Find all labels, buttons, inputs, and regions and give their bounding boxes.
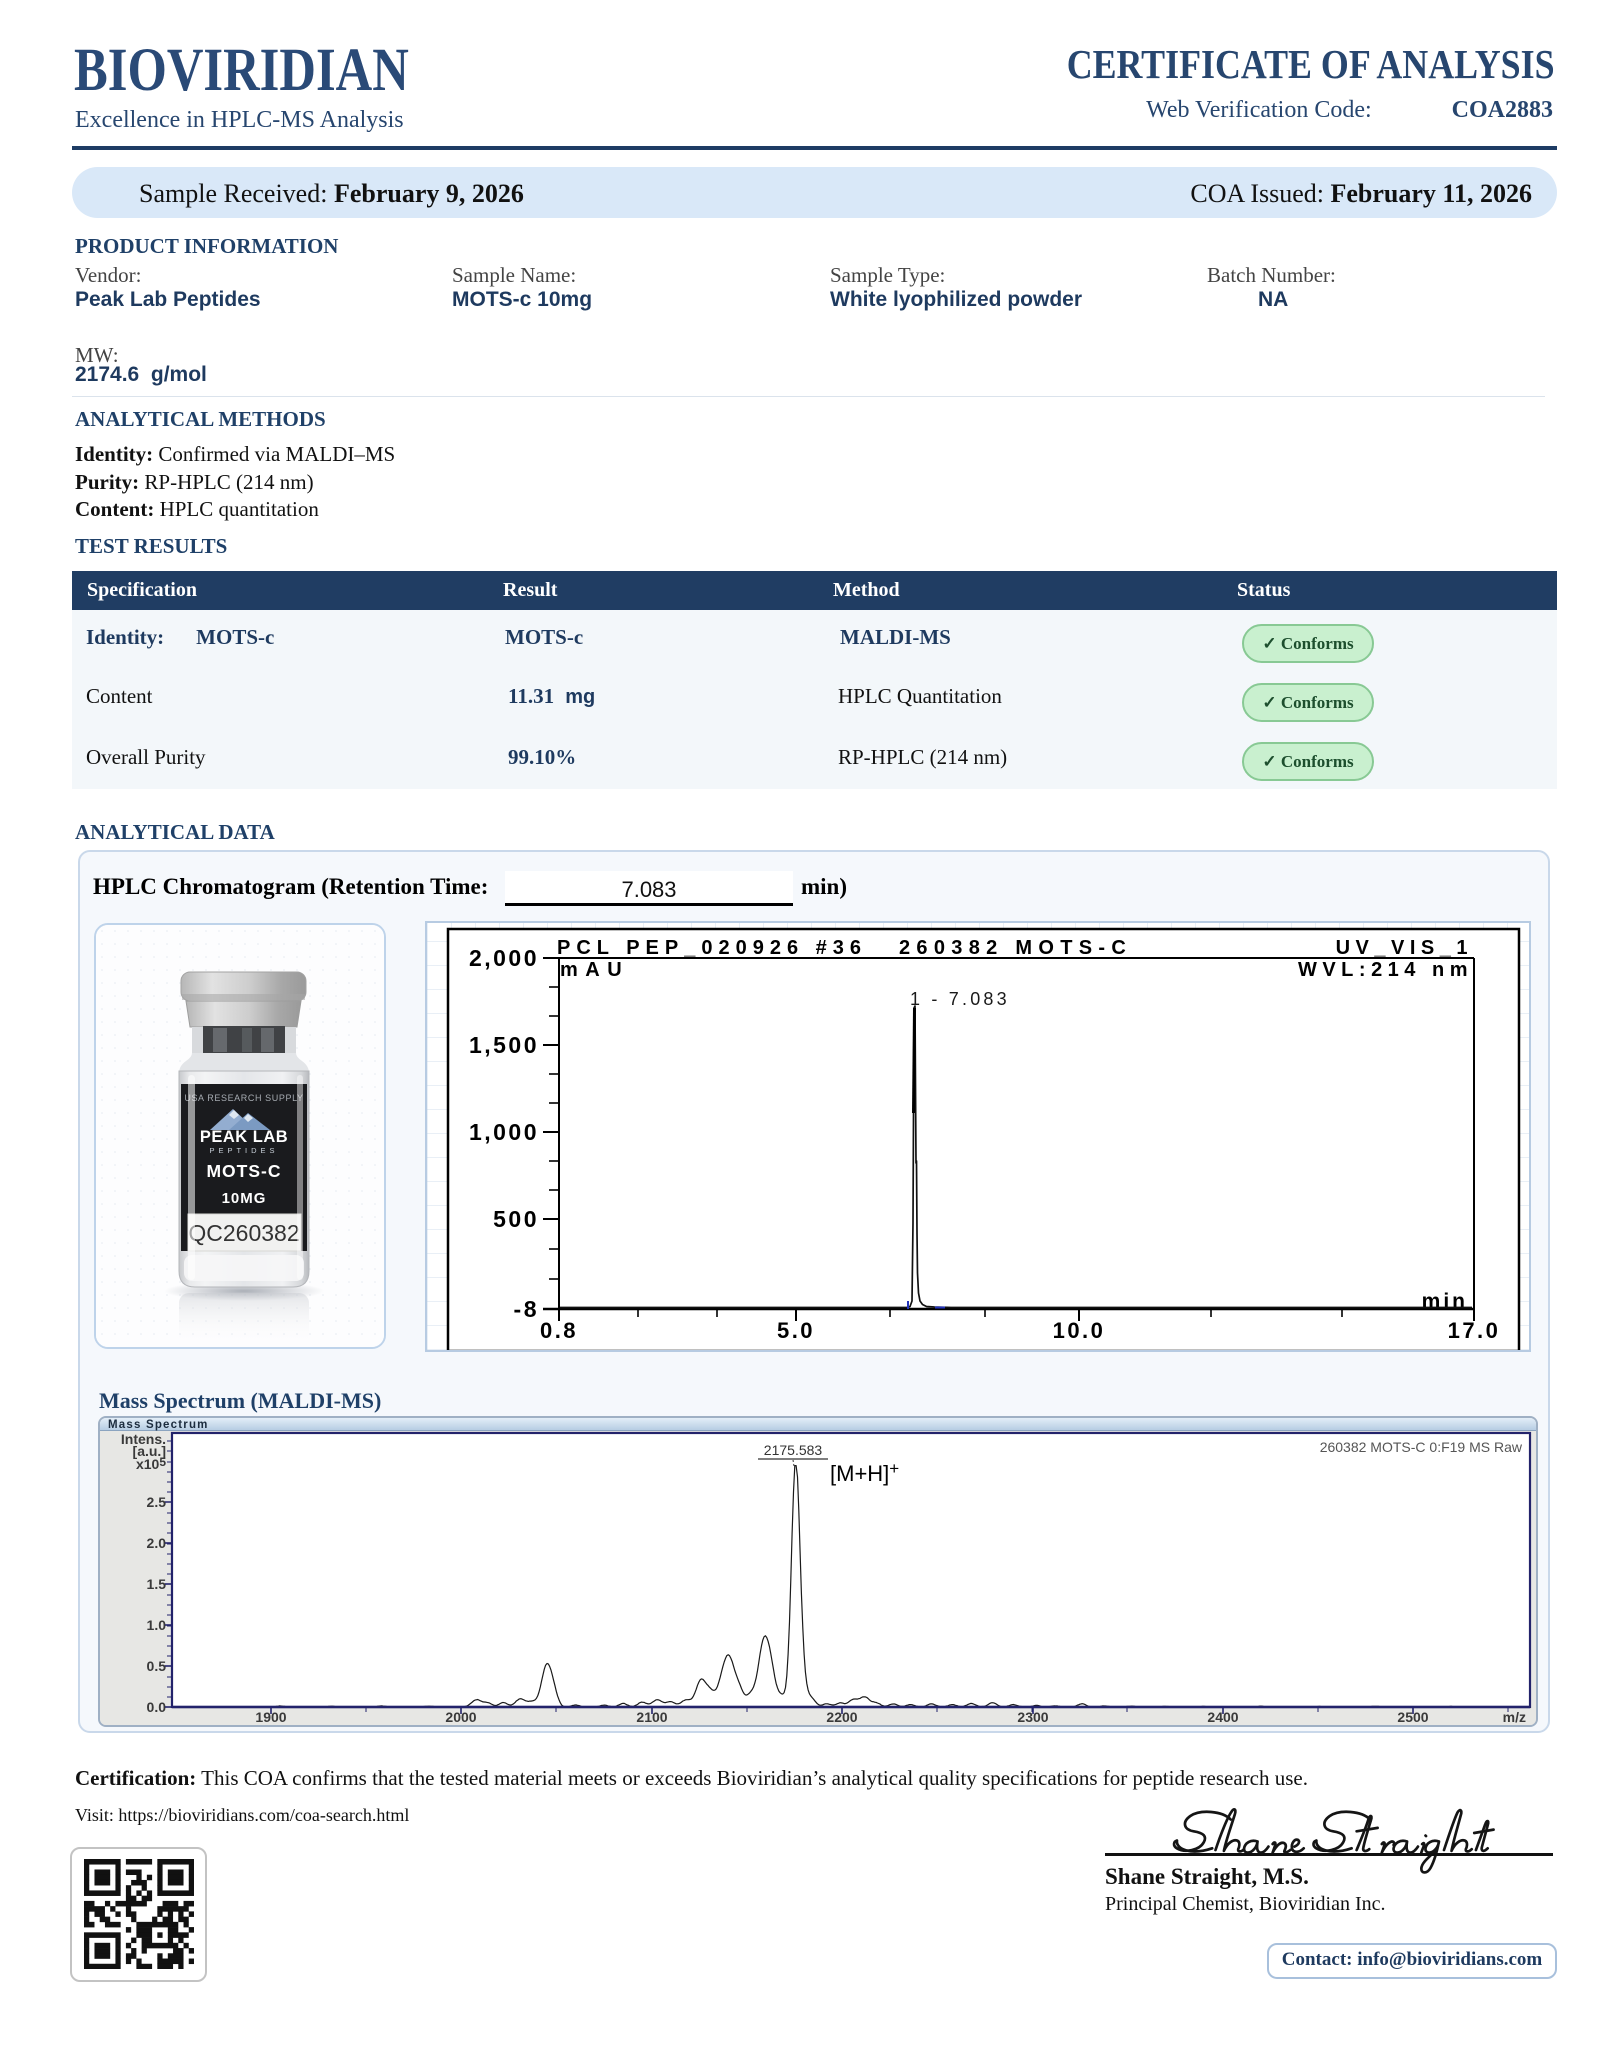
svg-text:QC260382: QC260382 [188, 1220, 299, 1246]
svg-text:2175.583: 2175.583 [764, 1442, 823, 1458]
svg-text:5.0: 5.0 [777, 1318, 815, 1343]
svg-text:USA RESEARCH SUPPLY: USA RESEARCH SUPPLY [184, 1093, 303, 1103]
svg-text:1,000: 1,000 [469, 1119, 539, 1145]
svg-text:[M+H]+: [M+H]+ [830, 1459, 899, 1486]
svg-text:PCL PEP_020926 #36: PCL PEP_020926 #36 [557, 937, 867, 959]
svg-text:min: min [1422, 1290, 1468, 1313]
svg-text:Mass Spectrum: Mass Spectrum [108, 1419, 209, 1431]
svg-text:MOTS-C: MOTS-C [206, 1161, 281, 1181]
svg-text:WVL:214 nm: WVL:214 nm [1298, 959, 1473, 981]
svg-text:PEPTIDES: PEPTIDES [209, 1146, 278, 1155]
svg-text:1.0: 1.0 [147, 1617, 167, 1633]
svg-text:2.5: 2.5 [147, 1494, 167, 1510]
svg-text:0.0: 0.0 [147, 1699, 167, 1715]
svg-text:0.5: 0.5 [147, 1658, 167, 1674]
svg-text:mAU: mAU [560, 959, 629, 981]
svg-text:500: 500 [493, 1206, 539, 1232]
svg-text:2.0: 2.0 [147, 1535, 167, 1551]
svg-text:2300: 2300 [1017, 1709, 1048, 1725]
svg-text:1900: 1900 [255, 1709, 286, 1725]
svg-text:-8: -8 [514, 1296, 539, 1322]
svg-text:2,000: 2,000 [469, 945, 539, 971]
svg-text:PEAK LAB: PEAK LAB [200, 1128, 288, 1146]
svg-text:260382 MOTS-C 0:F19 MS Raw: 260382 MOTS-C 0:F19 MS Raw [1320, 1439, 1523, 1455]
svg-text:UV_VIS_1: UV_VIS_1 [1336, 937, 1473, 959]
svg-text:1.5: 1.5 [147, 1576, 167, 1592]
svg-text:1,500: 1,500 [469, 1032, 539, 1058]
svg-text:10.0: 10.0 [1053, 1318, 1106, 1343]
svg-text:0.8: 0.8 [540, 1318, 578, 1343]
svg-text:17.0: 17.0 [1448, 1318, 1501, 1343]
svg-text:10MG: 10MG [222, 1190, 267, 1207]
svg-text:m/z: m/z [1503, 1709, 1526, 1725]
svg-text:1 - 7.083: 1 - 7.083 [910, 989, 1010, 1009]
svg-text:260382 MOTS-C: 260382 MOTS-C [899, 937, 1132, 959]
